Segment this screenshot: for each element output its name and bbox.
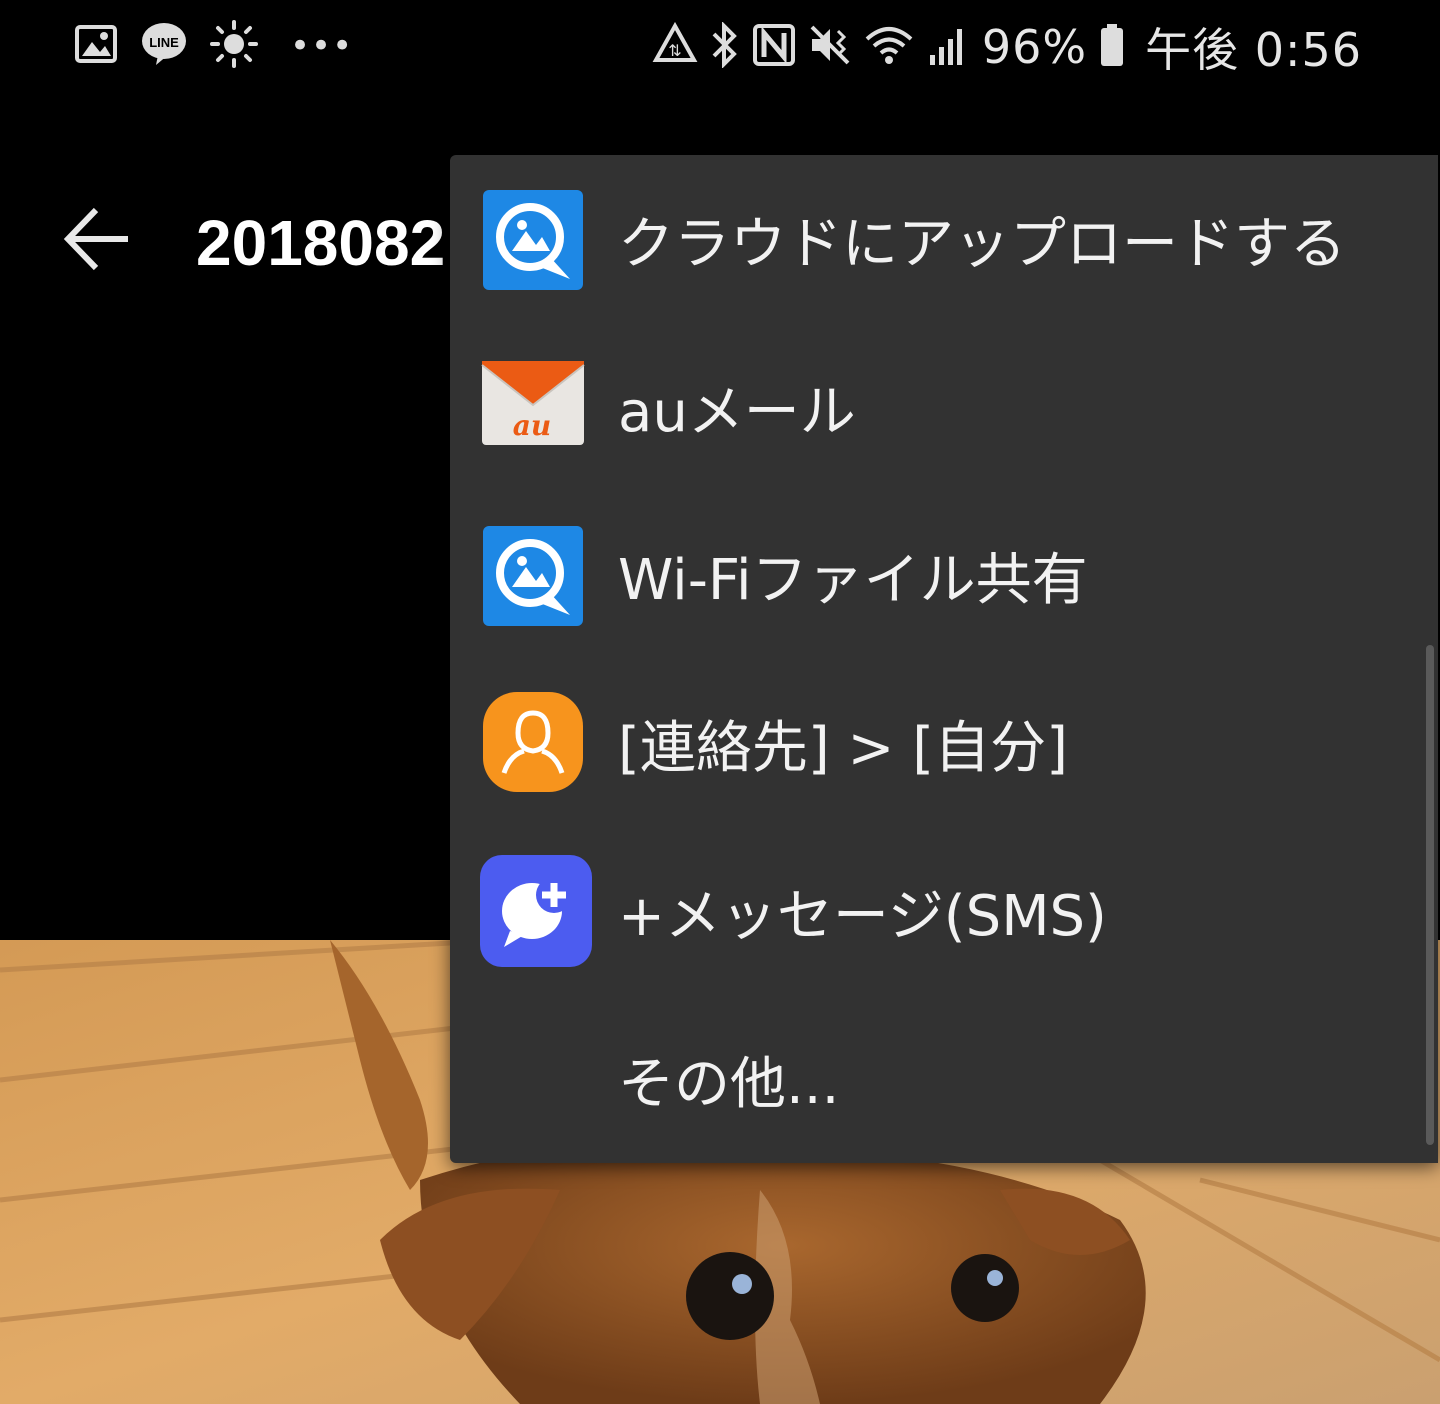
menu-item-contacts-me[interactable]: [連絡先] > [自分] (450, 659, 1438, 827)
menu-item-label: auメール (618, 379, 856, 445)
brightness-icon (210, 20, 258, 72)
menu-item-label: +メッセージ(SMS) (618, 883, 1107, 949)
menu-scrollbar[interactable] (1426, 645, 1434, 1145)
signal-icon (926, 23, 970, 71)
wifi-share-app-icon (480, 523, 586, 629)
system-icons: ⇅ 96% 午後 0:56 (652, 14, 1362, 80)
page-title: 2018082 (196, 207, 446, 279)
notification-icons: LINE ••• (74, 20, 353, 72)
clock: 午後 0:56 (1145, 23, 1362, 77)
svg-text:LINE: LINE (149, 35, 179, 50)
menu-item-label: その他... (618, 1051, 840, 1117)
share-menu: クラウドにアップロードする au auメール Wi-Fiファイル共有 [連絡先]… (450, 155, 1438, 1163)
menu-item-cloud-upload[interactable]: クラウドにアップロードする (450, 155, 1438, 323)
svg-text:⇅: ⇅ (668, 41, 681, 60)
plus-message-icon (480, 855, 592, 967)
line-icon: LINE (140, 21, 188, 71)
menu-item-au-mail[interactable]: au auメール (450, 323, 1438, 491)
menu-item-plus-message[interactable]: +メッセージ(SMS) (450, 827, 1438, 995)
menu-item-wifi-share[interactable]: Wi-Fiファイル共有 (450, 491, 1438, 659)
menu-item-label: クラウドにアップロードする (618, 211, 1346, 277)
wifi-icon (864, 23, 914, 71)
mute-vibrate-icon (808, 23, 852, 71)
svg-text:au: au (513, 409, 552, 442)
gallery-icon (74, 22, 118, 70)
contacts-icon (480, 689, 586, 795)
menu-item-more[interactable]: その他... (450, 995, 1438, 1163)
back-arrow-icon[interactable] (62, 204, 132, 274)
menu-item-label: Wi-Fiファイル共有 (618, 547, 1088, 613)
nfc-icon (752, 23, 796, 71)
bluetooth-icon (710, 21, 740, 72)
battery-icon (1099, 22, 1125, 72)
menu-item-label: [連絡先] > [自分] (618, 715, 1068, 781)
cloud-photo-app-icon (480, 187, 586, 293)
status-bar: LINE ••• ⇅ 96% 午後 0:56 (0, 0, 1440, 90)
more-notifications-icon: ••• (290, 26, 354, 66)
battery-percent: 96% (981, 20, 1088, 74)
au-mail-icon: au (480, 359, 586, 465)
data-saver-icon: ⇅ (652, 21, 698, 72)
